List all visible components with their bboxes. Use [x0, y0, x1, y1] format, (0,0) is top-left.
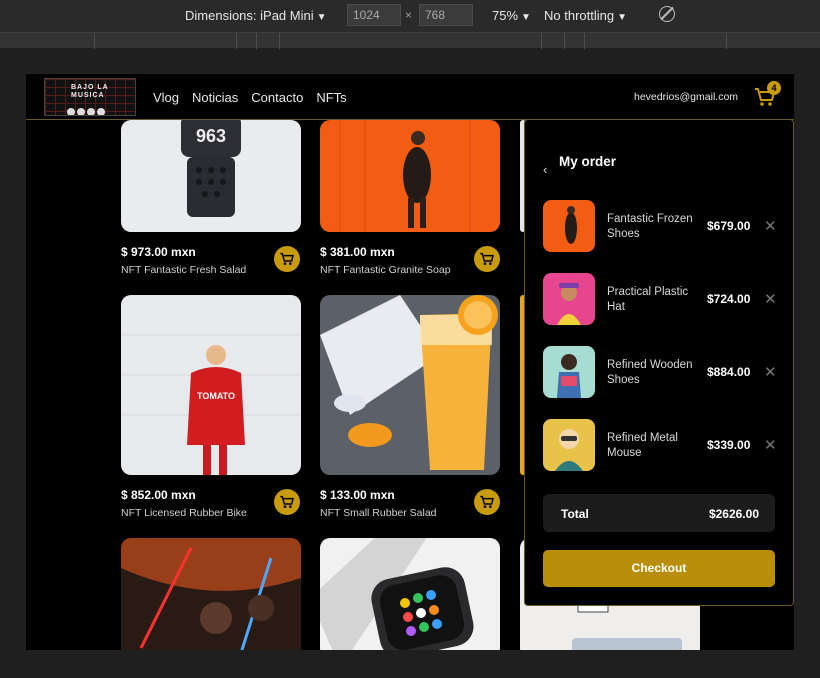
cart-count-badge: 4	[767, 81, 781, 95]
product-image-star-wars[interactable]	[121, 538, 301, 650]
add-cart-icon	[480, 252, 494, 265]
product-name: NFT Licensed Rubber Bike	[121, 507, 247, 519]
product-price: $ 852.00 mxn	[121, 488, 196, 502]
product-image-orange-juice[interactable]	[320, 295, 500, 475]
product-image-apple-watch[interactable]	[320, 538, 500, 650]
product-image-red-sweater[interactable]: TOMATO	[121, 295, 301, 475]
nav-vlog[interactable]: Vlog	[153, 90, 179, 105]
product-name: NFT Small Rubber Salad	[320, 507, 437, 519]
order-item-name: Fantastic Frozen Shoes	[607, 213, 693, 240]
nav-noticias[interactable]: Noticias	[192, 90, 238, 105]
product-price: $ 133.00 mxn	[320, 488, 395, 502]
order-item-thumbnail	[543, 273, 595, 325]
add-to-cart-button[interactable]	[474, 489, 500, 515]
order-item-price: $884.00	[707, 365, 751, 379]
media-query-bar	[0, 32, 820, 49]
product-name: NFT Fantastic Fresh Salad	[121, 264, 247, 276]
order-item-name: Refined Wooden Shoes	[607, 359, 693, 386]
chevron-left-icon[interactable]: ‹	[543, 162, 547, 177]
main-nav: Vlog Noticias Contacto NFTs	[153, 90, 347, 105]
site-logo[interactable]: BAJO LA MUSICA	[44, 78, 136, 116]
add-cart-icon	[480, 495, 494, 508]
order-item-name: Practical Plastic Hat	[607, 286, 689, 313]
user-email[interactable]: hevedrios@gmail.com	[634, 91, 738, 103]
order-item: Refined Metal Mouse $339.00 ✕	[543, 419, 783, 473]
add-to-cart-button[interactable]	[274, 246, 300, 272]
svg-text:TOMATO: TOMATO	[197, 391, 235, 401]
site-header: BAJO LA MUSICA Vlog Noticias Contacto NF…	[26, 74, 794, 120]
add-to-cart-button[interactable]	[274, 489, 300, 515]
product-price: $ 973.00 mxn	[121, 245, 196, 259]
order-item: Practical Plastic Hat $724.00 ✕	[543, 273, 783, 327]
height-input[interactable]: 768	[419, 4, 473, 26]
order-total: Total $2626.00	[543, 494, 775, 532]
product-image-smartwatch[interactable]: 963	[121, 120, 301, 232]
add-cart-icon	[280, 252, 294, 265]
order-item-price: $679.00	[707, 219, 751, 233]
nav-contacto[interactable]: Contacto	[251, 90, 303, 105]
order-item-price: $339.00	[707, 438, 751, 452]
total-value: $2626.00	[708, 507, 759, 521]
product-price: $ 381.00 mxn	[320, 245, 395, 259]
order-item: Fantastic Frozen Shoes $679.00 ✕	[543, 200, 783, 254]
device-viewport: BAJO LA MUSICA Vlog Noticias Contacto NF…	[26, 74, 794, 650]
close-icon[interactable]: ✕	[764, 290, 777, 308]
nav-nfts[interactable]: NFTs	[316, 90, 346, 105]
devtools-toolbar: Dimensions: iPad Mini ▼ 1024 × 768 75% ▼ N…	[0, 0, 820, 32]
order-title: My order	[559, 154, 617, 169]
zoom-selector[interactable]: 75% ▼	[492, 8, 531, 23]
order-item-thumbnail	[543, 346, 595, 398]
order-item-price: $724.00	[707, 292, 751, 306]
order-item-thumbnail	[543, 419, 595, 471]
order-item: Refined Wooden Shoes $884.00 ✕	[543, 346, 783, 400]
close-icon[interactable]: ✕	[764, 363, 777, 381]
product-name: NFT Fantastic Granite Soap	[320, 264, 451, 276]
device-selector[interactable]: Dimensions: iPad Mini ▼	[185, 8, 327, 23]
order-item-name: Refined Metal Mouse	[607, 432, 678, 459]
product-image-orange-wall[interactable]	[320, 120, 500, 232]
width-input[interactable]: 1024	[347, 4, 401, 26]
add-to-cart-button[interactable]	[474, 246, 500, 272]
checkout-button[interactable]: Checkout	[543, 550, 775, 587]
logo-text: BAJO LA MUSICA	[71, 84, 109, 99]
rotate-icon[interactable]	[659, 6, 675, 22]
throttling-selector[interactable]: No throttling ▼	[544, 8, 627, 23]
dimension-separator: ×	[405, 8, 413, 22]
order-item-thumbnail	[543, 200, 595, 252]
close-icon[interactable]: ✕	[764, 217, 777, 235]
add-cart-icon	[280, 495, 294, 508]
total-label: Total	[561, 507, 589, 521]
close-icon[interactable]: ✕	[764, 436, 777, 454]
order-panel: ‹ My order Fantastic Frozen Shoes $679.0…	[524, 119, 794, 606]
svg-text:963: 963	[196, 126, 226, 146]
